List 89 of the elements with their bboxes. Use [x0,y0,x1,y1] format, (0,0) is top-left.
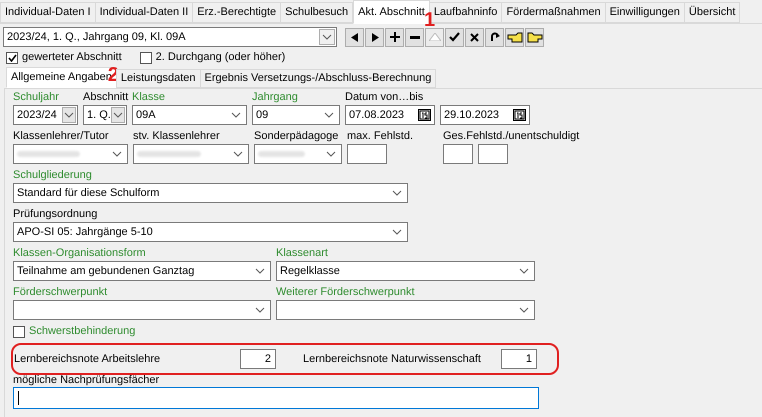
field-label: Jahrgang [252,91,298,104]
dropdown[interactable]: 2023/24 [13,105,78,125]
chevron-down-icon [519,268,529,274]
dropdown[interactable]: Regelklasse [276,261,535,281]
checkmark-icon [449,32,460,42]
field-label: Klasse [132,91,166,104]
chevron-down-icon [322,34,332,40]
record-dropdown[interactable]: 2023/24, 1. Q., Jahrgang 09, Kl. 09A [3,27,337,47]
field-label: Förderschwerpunkt [13,286,108,299]
toolbar-button[interactable] [505,28,524,46]
dropdown[interactable] [13,144,128,164]
toolbar-button[interactable] [445,28,464,46]
dropdown[interactable] [133,144,249,164]
calendar-icon [513,109,526,121]
tab[interactable]: Übersicht [684,2,740,23]
field-label: Prüfungsordnung [13,208,98,221]
field-label: Klassen-Organisationsform [13,247,146,260]
plus-icon [390,32,400,42]
field-label: stv. Klassenlehrer [133,130,220,143]
input-field[interactable]: 1 [501,349,537,369]
tab[interactable]: Erz.-Berechtigte [192,2,282,23]
field-label: Lernbereichsnote Arbeitslehre [14,352,160,367]
tab[interactable]: Leistungsdaten [116,69,201,88]
field-label: Abschnitt [83,91,128,104]
dropdown[interactable]: Teilnahme am gebundenen Ganztag [13,261,271,281]
toolbar-button[interactable] [465,28,484,46]
checkbox-label: Schwerstbehinderung [29,325,136,338]
date-field[interactable]: 29.10.2023 [440,105,530,125]
chevron-down-icon [519,307,529,313]
field-label: Schulgliederung [13,169,92,182]
field-label: Datum von…bis [345,91,424,104]
dropdown[interactable]: APO-SI 05: Jahrgänge 5-10 [13,222,408,242]
triangle-right-icon [370,32,378,42]
checkbox[interactable] [6,52,18,64]
dropdown[interactable] [254,144,342,164]
chevron-down-icon [231,112,241,118]
tab[interactable]: Schulbesuch [280,2,354,23]
input-field[interactable]: 2 [240,349,276,369]
chevron-down-icon [324,112,334,118]
tab[interactable]: Individual-Daten II [94,2,194,23]
chevron-down-icon [255,307,265,313]
tab[interactable]: Einwilligungen [604,2,685,23]
field-label: Klassenlehrer/Tutor [13,130,109,143]
calendar-icon [418,109,431,121]
chevron-down-icon [255,268,265,274]
triangle-up-icon [428,33,440,41]
tab[interactable]: Individual-Daten I [0,2,96,23]
dropdown[interactable]: 1. Q. [83,105,127,125]
field-label: Weiterer Förderschwerpunkt [276,286,415,299]
checkbox-label: 2. Durchgang (oder höher) [156,51,286,64]
chevron-down-icon [233,151,243,157]
input-field[interactable] [443,144,473,164]
toolbar-button[interactable] [485,28,504,46]
field-label: max. Fehlstd. [347,130,414,143]
input-field[interactable] [13,387,539,409]
checkbox-label: gewerteter Abschnitt [22,51,122,64]
chevron-down-icon [64,112,74,118]
toolbar-button[interactable] [405,28,424,46]
close-icon [470,32,479,42]
date-field[interactable]: 07.08.2023 [345,105,435,125]
field-label: Schuljahr [13,91,59,104]
field-label: Lernbereichsnote Naturwissenschaft [303,352,481,367]
refresh-icon [490,32,500,42]
chevron-down-icon [392,229,402,235]
tab[interactable]: Ergebnis Versetzungs-/Abschluss-Berechnung [200,69,436,88]
field-label: Ges.Fehlstd./unentschuldigt [443,130,580,143]
field-label: Klassenart [276,247,328,260]
dropdown[interactable]: Standard für diese Schulform [13,183,408,203]
dropdown[interactable] [13,300,271,320]
field-label: mögliche Nachprüfungsfächer [13,374,160,387]
minus-icon [410,36,420,38]
chevron-down-icon [112,151,122,157]
input-field[interactable] [347,144,387,164]
tab[interactable]: Fördermaßnahmen [501,2,606,23]
chevron-down-icon [326,151,336,157]
toolbar-button[interactable] [365,28,384,46]
chevron-down-icon [113,112,123,118]
dropdown[interactable]: 09 [252,105,340,125]
toolbar-button[interactable] [385,28,404,46]
checkbox[interactable] [140,52,152,64]
toolbar-button[interactable] [525,28,544,46]
dropdown[interactable] [276,300,535,320]
checkbox[interactable] [13,326,25,338]
field-label: Sonderpädagoge [254,130,338,143]
chevron-down-icon [392,190,402,196]
dropdown[interactable]: 09A [132,105,247,125]
toolbar-button[interactable] [345,28,364,46]
triangle-left-icon [350,32,358,42]
input-field[interactable] [478,144,508,164]
